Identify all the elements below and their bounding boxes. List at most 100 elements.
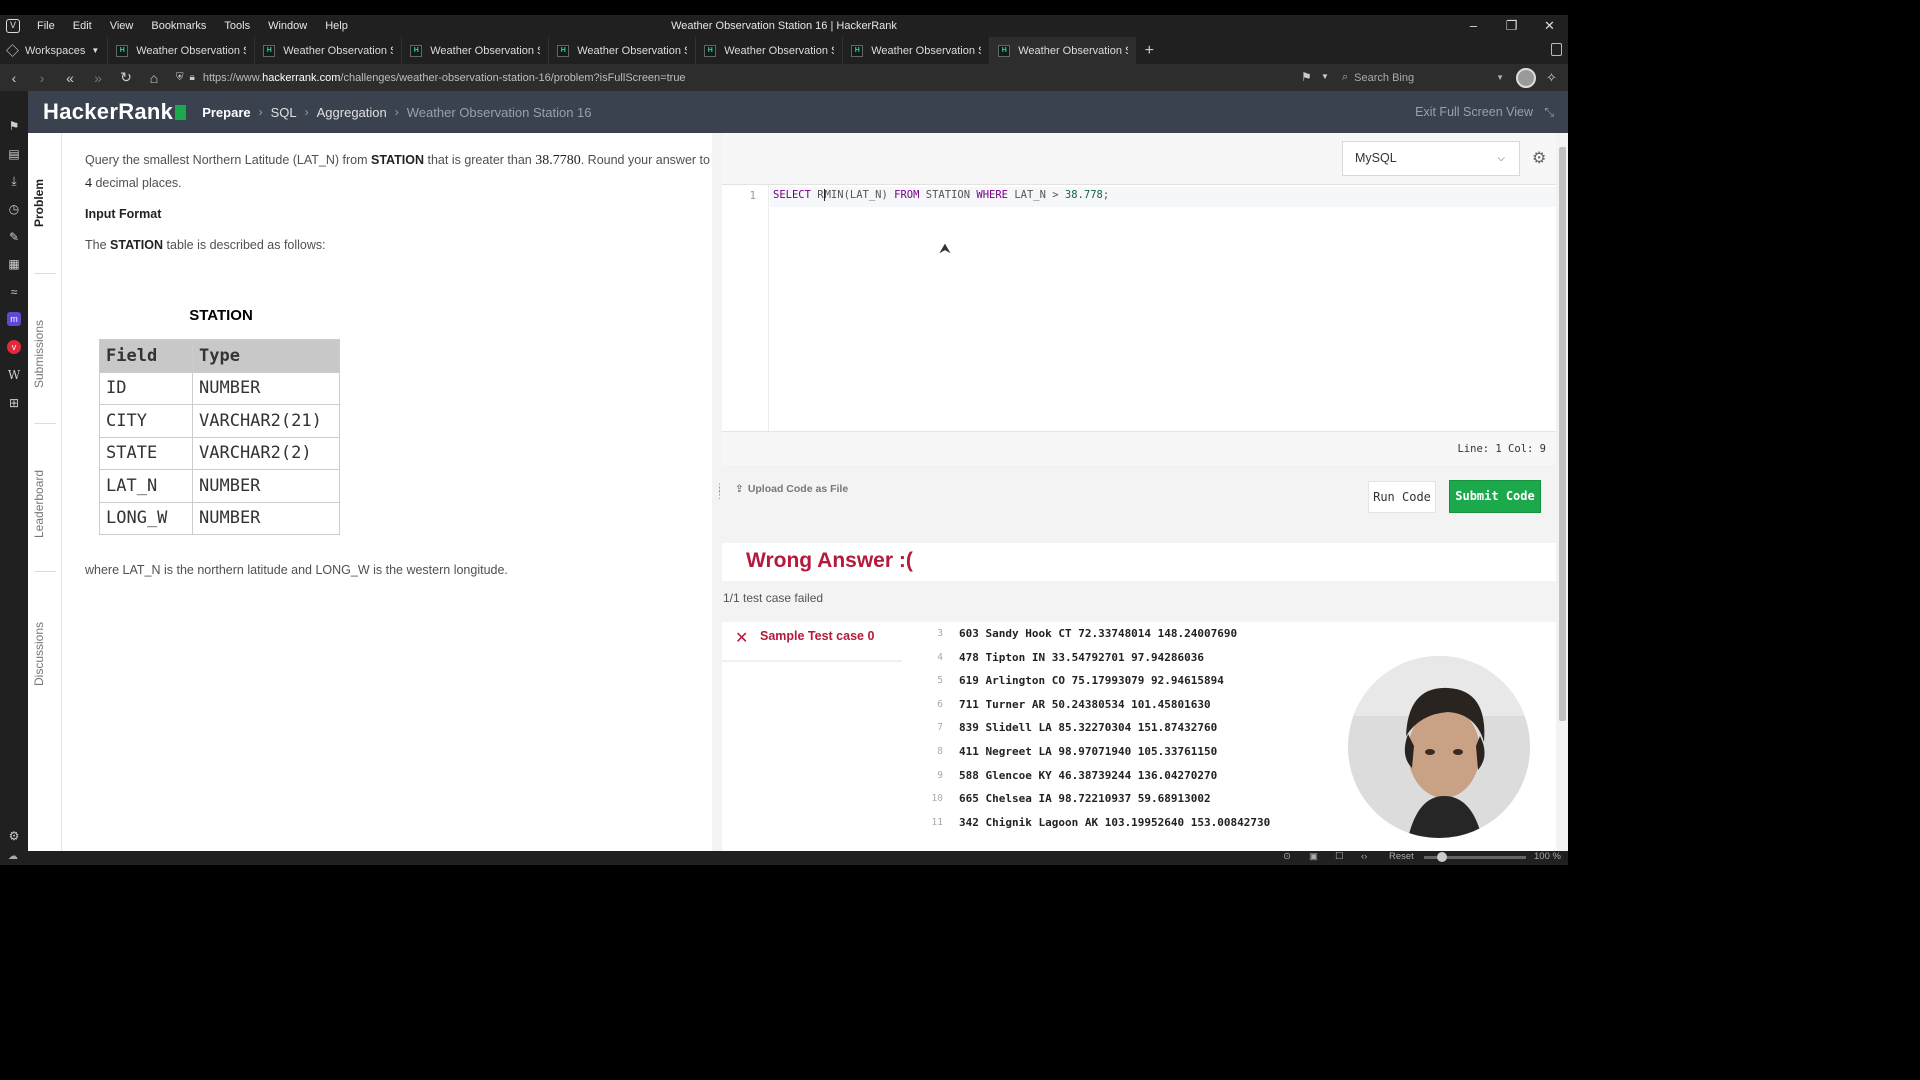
- rewind-icon[interactable]: «: [56, 70, 84, 86]
- tab-submissions[interactable]: Submissions: [32, 313, 46, 388]
- vivaldi-icon[interactable]: v: [7, 340, 21, 354]
- fast-forward-icon[interactable]: »: [84, 70, 112, 86]
- restore-icon[interactable]: ❐: [1493, 15, 1530, 37]
- breadcrumb: Prepare › SQL › Aggregation › Weather Ob…: [202, 105, 591, 120]
- zoom-slider-handle[interactable]: [1437, 852, 1447, 862]
- code-editor[interactable]: 1 SELECT RMIN(LAT_N) FROM STATION WHERE …: [722, 185, 1556, 431]
- home-icon[interactable]: ⌂: [140, 70, 168, 86]
- menu-window[interactable]: Window: [259, 20, 316, 32]
- wikipedia-icon[interactable]: W: [7, 368, 21, 382]
- notes-icon[interactable]: ✎: [7, 230, 21, 244]
- tracker-block-icon[interactable]: ⛨: [176, 72, 184, 83]
- chevron-down-icon[interactable]: ▼: [1321, 72, 1329, 81]
- chevron-right-icon: ›: [258, 105, 263, 119]
- header-type: Type: [192, 339, 340, 373]
- tab-title: Weather Observation Statio: [283, 44, 393, 57]
- scrollbar-thumb[interactable]: [1559, 147, 1566, 721]
- reload-icon[interactable]: ↻: [112, 69, 140, 86]
- chevron-down-icon[interactable]: ▼: [1496, 73, 1504, 82]
- code-line[interactable]: SELECT RMIN(LAT_N) FROM STATION WHERE LA…: [770, 187, 1556, 207]
- reading-list-icon[interactable]: ▤: [7, 147, 21, 161]
- url-text: https://www.hackerrank.com/challenges/we…: [202, 71, 686, 84]
- hackerrank-favicon-icon: H: [116, 44, 129, 57]
- menu-file[interactable]: File: [28, 20, 64, 32]
- browser-tab[interactable]: H Weather Observation Statio: [548, 37, 695, 64]
- workspaces-button[interactable]: Workspaces ▼: [0, 37, 107, 64]
- menu-tools[interactable]: Tools: [215, 20, 259, 32]
- breadcrumb-sql[interactable]: SQL: [271, 105, 297, 120]
- menu-view[interactable]: View: [101, 20, 143, 32]
- language-select[interactable]: MySQL ⌵: [1342, 141, 1520, 176]
- table-row: STATE VARCHAR2(2): [99, 436, 340, 470]
- gear-icon[interactable]: ⚙: [1532, 148, 1546, 168]
- zoom-reset-button[interactable]: Reset: [1389, 851, 1414, 862]
- close-window-icon[interactable]: ✕: [1531, 15, 1568, 37]
- breadcrumb-prepare[interactable]: Prepare: [202, 105, 250, 120]
- cloud-sync-icon[interactable]: ☁: [8, 851, 18, 862]
- test-summary: 1/1 test case failed: [723, 591, 824, 605]
- browser-tab-active[interactable]: H Weather Observation Statio: [989, 37, 1137, 64]
- tab-discussions[interactable]: Discussions: [32, 611, 46, 686]
- menu-help[interactable]: Help: [316, 20, 357, 32]
- menu-bookmarks[interactable]: Bookmarks: [142, 20, 215, 32]
- field-cell: LAT_N: [99, 469, 193, 503]
- collapse-icon[interactable]: ⤡: [1544, 105, 1554, 120]
- logo-mark-icon: [175, 104, 187, 120]
- table-intro: The STATION table is described as follow…: [85, 238, 326, 252]
- add-panel-icon[interactable]: ⊞: [7, 396, 21, 410]
- url-field[interactable]: ⛨ 🔒︎ https://www.hackerrank.com/challeng…: [176, 72, 1296, 84]
- search-icon: ⌕: [1342, 71, 1349, 83]
- image-icon[interactable]: ▣: [1309, 851, 1318, 862]
- hackerrank-header: HackerRank Prepare › SQL › Aggregation ›…: [28, 91, 1568, 133]
- browser-tab[interactable]: H Weather Observation Statio: [401, 37, 548, 64]
- capture-icon[interactable]: ⊙: [1283, 851, 1291, 862]
- browser-tab[interactable]: H Weather Observation Statio: [695, 37, 842, 64]
- page-scrollbar[interactable]: [1556, 133, 1568, 851]
- minimize-icon[interactable]: –: [1455, 15, 1492, 37]
- new-tab-button[interactable]: +: [1136, 42, 1162, 60]
- vivaldi-logo-icon[interactable]: V: [6, 19, 20, 33]
- breadcrumb-aggregation[interactable]: Aggregation: [317, 105, 387, 120]
- tab-problem[interactable]: Problem: [32, 177, 46, 227]
- exit-fullscreen-link[interactable]: Exit Full Screen View: [1415, 105, 1533, 119]
- profile-avatar[interactable]: [1516, 68, 1536, 88]
- bookmark-icon[interactable]: ⚑: [1301, 70, 1312, 84]
- field-cell: STATE: [99, 436, 193, 470]
- upload-code-link[interactable]: ⇪ Upload Code as File: [735, 483, 848, 495]
- menu-edit[interactable]: Edit: [64, 20, 101, 32]
- extensions-icon[interactable]: ✧: [1546, 70, 1557, 86]
- bookmarks-panel-icon[interactable]: ⚑: [7, 119, 21, 133]
- browser-tab[interactable]: H Weather Observation Statio: [254, 37, 401, 64]
- browser-window: V File Edit View Bookmarks Tools Window …: [0, 15, 1568, 865]
- table-header-row: Field Type: [99, 339, 340, 373]
- close-icon: ✕: [735, 630, 749, 647]
- search-field[interactable]: ⌕ Search Bing ▼: [1342, 68, 1508, 87]
- submit-code-button[interactable]: Submit Code: [1449, 480, 1541, 513]
- forward-icon[interactable]: ›: [28, 70, 56, 86]
- calendar-icon[interactable]: ▦: [7, 257, 21, 271]
- table-caption: STATION: [189, 307, 253, 324]
- hackerrank-favicon-icon: H: [998, 44, 1011, 57]
- chevron-down-icon: ▼: [91, 46, 100, 55]
- trash-icon[interactable]: [1551, 43, 1562, 56]
- upload-icon: ⇪: [735, 483, 744, 495]
- run-code-button[interactable]: Run Code: [1368, 481, 1436, 513]
- back-icon[interactable]: ‹: [0, 70, 28, 86]
- mastodon-icon[interactable]: m: [7, 312, 21, 326]
- settings-icon[interactable]: ⚙: [7, 829, 21, 843]
- browser-tab[interactable]: H Weather Observation Statio: [842, 37, 989, 64]
- tile-icon[interactable]: ☐: [1335, 851, 1344, 862]
- test-case-tab[interactable]: ✕ Sample Test case 0: [722, 622, 902, 662]
- code-icon[interactable]: ‹›: [1361, 851, 1367, 862]
- downloads-icon[interactable]: ⤓: [7, 174, 21, 188]
- chevron-right-icon: ›: [394, 105, 399, 119]
- history-icon[interactable]: ◷: [7, 202, 21, 216]
- browser-tab[interactable]: H Weather Observation Statio: [107, 37, 254, 64]
- result-title: Wrong Answer :(: [746, 549, 913, 572]
- output-line: 3 603 Sandy Hook CT 72.33748014 148.24007…: [937, 627, 1238, 640]
- hackerrank-logo[interactable]: HackerRank: [43, 99, 187, 125]
- tab-leaderboard[interactable]: Leaderboard: [32, 463, 46, 538]
- problem-description: Query the smallest Northern Latitude (LA…: [85, 153, 710, 191]
- line-number: 1: [722, 185, 769, 431]
- feeds-icon[interactable]: ≈: [7, 285, 21, 299]
